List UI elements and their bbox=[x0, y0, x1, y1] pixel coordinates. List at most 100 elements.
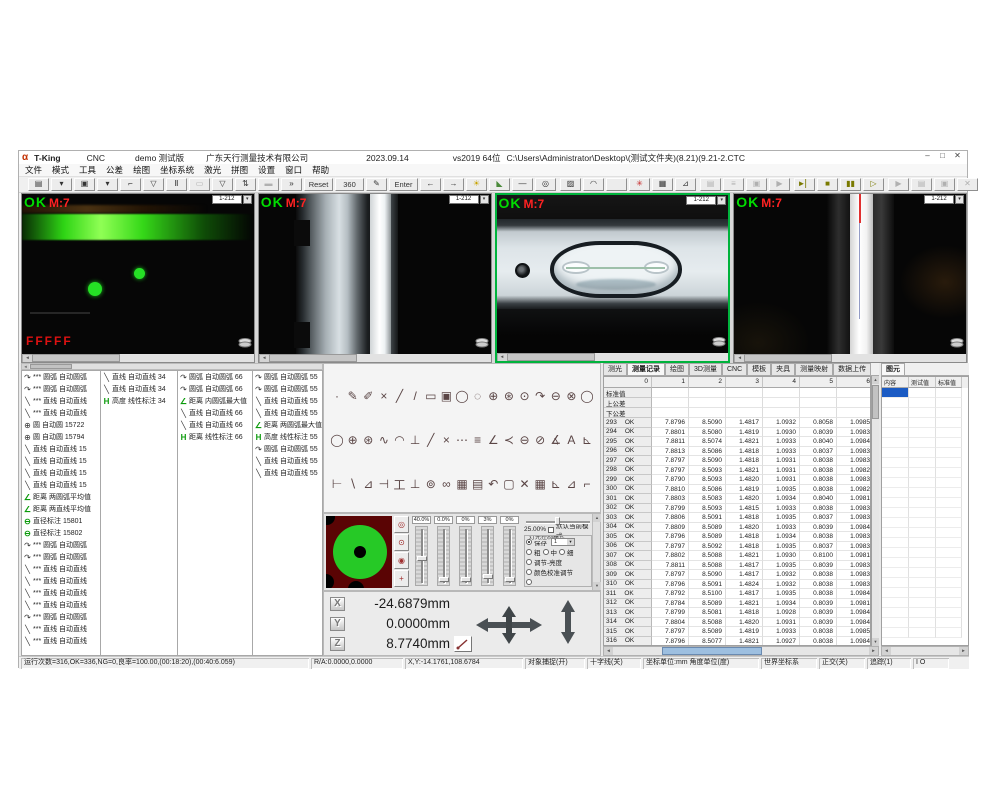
grid-row-label[interactable]: 301OK bbox=[604, 494, 652, 504]
tool-icon-2-6[interactable]: ⊚ bbox=[424, 477, 438, 491]
tool-icon-1-13[interactable]: ⊘ bbox=[533, 433, 547, 447]
tab-0[interactable]: 测光 bbox=[603, 363, 627, 375]
grid-cell[interactable]: 1.0935 bbox=[763, 485, 800, 495]
grid-cell[interactable]: 8.5090 bbox=[689, 418, 726, 428]
camera-hscrollbar[interactable] bbox=[734, 354, 966, 362]
element-cell[interactable] bbox=[909, 398, 936, 408]
toolbar-pen-icon[interactable]: ✎ bbox=[366, 178, 387, 191]
toolbar-report-chart-icon[interactable]: ⊿ bbox=[675, 178, 696, 191]
tool-icon-2-12[interactable]: ✕ bbox=[518, 477, 532, 491]
grid-cell[interactable]: 1.0981 bbox=[837, 551, 871, 561]
element-cell[interactable] bbox=[882, 548, 909, 558]
element-cell[interactable] bbox=[936, 468, 962, 478]
scroll-thumb[interactable] bbox=[269, 354, 357, 362]
grid-row-label[interactable]: 311OK bbox=[604, 589, 652, 599]
grid-cell[interactable]: 7.8811 bbox=[652, 437, 689, 447]
tool-icon-1-14[interactable]: ∡ bbox=[549, 433, 563, 447]
grid-cell[interactable]: 1.4821 bbox=[726, 437, 763, 447]
element-cell[interactable] bbox=[882, 608, 909, 618]
tool-icon-2-3[interactable]: ⊣ bbox=[377, 477, 391, 491]
list-item[interactable]: ╲直线 自动直线 66 bbox=[178, 407, 252, 419]
menu-item-2[interactable]: 工具 bbox=[79, 164, 96, 176]
grid-row-label[interactable]: 314OK bbox=[604, 618, 652, 628]
slider-track[interactable] bbox=[503, 526, 516, 586]
grid-cell[interactable]: 7.8803 bbox=[652, 494, 689, 504]
grid-cell[interactable] bbox=[763, 388, 800, 398]
tool-icon-2-4[interactable]: 工 bbox=[393, 476, 407, 493]
toolbar-edge-tool-icon[interactable]: ⌐ bbox=[120, 178, 141, 191]
grid-cell[interactable] bbox=[837, 408, 871, 418]
element-cell[interactable] bbox=[882, 628, 909, 638]
grid-cell[interactable]: 8.5081 bbox=[689, 608, 726, 618]
slider-thumb[interactable] bbox=[483, 574, 493, 579]
grid-cell[interactable]: 1.0985 bbox=[837, 418, 871, 428]
tool-icon-1-7[interactable]: × bbox=[439, 433, 453, 447]
grid-cell[interactable]: 1.0935 bbox=[763, 589, 800, 599]
grid-cell[interactable]: 7.8801 bbox=[652, 428, 689, 438]
list-item[interactable]: ╲直线 自动直线 55 bbox=[253, 395, 322, 407]
tool-icon-2-5[interactable]: ⊥ bbox=[408, 477, 422, 491]
grid-cell[interactable]: 1.0933 bbox=[763, 437, 800, 447]
grid-cell[interactable]: 1.0984 bbox=[837, 523, 871, 533]
element-cell[interactable] bbox=[882, 498, 909, 508]
grid-cell[interactable]: 7.8799 bbox=[652, 608, 689, 618]
ring-light-button-3[interactable]: + bbox=[394, 570, 409, 587]
list-item[interactable]: ╲直线 自动直线 15 bbox=[22, 467, 100, 479]
tool-icon-2-14[interactable]: ⊾ bbox=[549, 477, 563, 491]
toolbar-blank-b-icon[interactable] bbox=[606, 178, 627, 191]
grid-row-label[interactable]: 下公差 bbox=[604, 408, 652, 418]
grid-cell[interactable]: 1.4817 bbox=[726, 570, 763, 580]
list-item[interactable]: ╲直线 自动直线 15 bbox=[22, 443, 100, 455]
menu-item-0[interactable]: 文件 bbox=[25, 164, 42, 176]
element-cell[interactable] bbox=[936, 418, 962, 428]
grid-cell[interactable]: 0.8038 bbox=[800, 466, 837, 476]
list-item[interactable]: ╲*** 直线 自动直线 bbox=[22, 623, 100, 635]
grid-cell[interactable]: 1.0927 bbox=[763, 637, 800, 647]
element-cell[interactable] bbox=[909, 468, 936, 478]
element-cell[interactable] bbox=[882, 398, 909, 408]
close-button[interactable]: ✕ bbox=[950, 151, 965, 160]
grid-cell[interactable]: 8.5088 bbox=[689, 551, 726, 561]
default-mode-checkbox[interactable] bbox=[548, 527, 554, 533]
element-cell[interactable] bbox=[936, 398, 962, 408]
element-cell[interactable] bbox=[909, 388, 936, 398]
camera-hscrollbar[interactable] bbox=[259, 354, 491, 362]
grid-row-label[interactable]: 294OK bbox=[604, 428, 652, 438]
element-cell[interactable] bbox=[882, 538, 909, 548]
camera-4[interactable]: OKM:7 1-212 ▾ bbox=[733, 193, 967, 363]
toolbar-open-icon[interactable]: ▣ bbox=[74, 178, 95, 191]
element-cell[interactable] bbox=[936, 538, 962, 548]
toolbar-light-bulb-icon[interactable]: ☀ bbox=[466, 178, 487, 191]
grid-cell[interactable]: 0.8039 bbox=[800, 428, 837, 438]
x-axis-icon[interactable]: X bbox=[330, 597, 345, 611]
chevron-down-icon[interactable]: ▾ bbox=[955, 195, 964, 204]
element-cell[interactable] bbox=[909, 598, 936, 608]
grid-row-label[interactable]: 312OK bbox=[604, 599, 652, 609]
grid-cell[interactable]: 1.4818 bbox=[726, 608, 763, 618]
grid-cell[interactable]: 1.4818 bbox=[726, 542, 763, 552]
grid-cell[interactable]: 1.4815 bbox=[726, 504, 763, 514]
tab-5[interactable]: 模板 bbox=[747, 363, 771, 375]
grid-row-label[interactable]: 299OK bbox=[604, 475, 652, 485]
menu-item-4[interactable]: 绘图 bbox=[133, 164, 150, 176]
element-cell[interactable] bbox=[936, 528, 962, 538]
grid-cell[interactable]: 1.4819 bbox=[726, 428, 763, 438]
grid-row-label[interactable]: 313OK bbox=[604, 608, 652, 618]
chevron-down-icon[interactable]: ▾ bbox=[480, 195, 489, 204]
element-cell[interactable] bbox=[936, 518, 962, 528]
grid-cell[interactable]: 1.0982 bbox=[837, 466, 871, 476]
grid-row-label[interactable]: 300OK bbox=[604, 485, 652, 495]
camera-hscrollbar[interactable] bbox=[22, 354, 254, 362]
grid-cell[interactable]: 0.8038 bbox=[800, 485, 837, 495]
element-cell[interactable] bbox=[882, 408, 909, 418]
tool-icon-2-0[interactable]: ⊢ bbox=[330, 477, 344, 491]
element-cell[interactable] bbox=[909, 408, 936, 418]
grid-cell[interactable]: 7.8796 bbox=[652, 580, 689, 590]
grid-cell[interactable]: 7.8797 bbox=[652, 466, 689, 476]
grid-cell[interactable]: 1.0934 bbox=[763, 599, 800, 609]
grid-cell[interactable]: 0.8038 bbox=[800, 504, 837, 514]
grid-cell[interactable]: 8.5090 bbox=[689, 570, 726, 580]
list-item[interactable]: ⊕圆 自动圆 15722 bbox=[22, 419, 100, 431]
tool-icon-1-1[interactable]: ⊕ bbox=[346, 433, 360, 447]
element-cell[interactable] bbox=[936, 618, 962, 628]
